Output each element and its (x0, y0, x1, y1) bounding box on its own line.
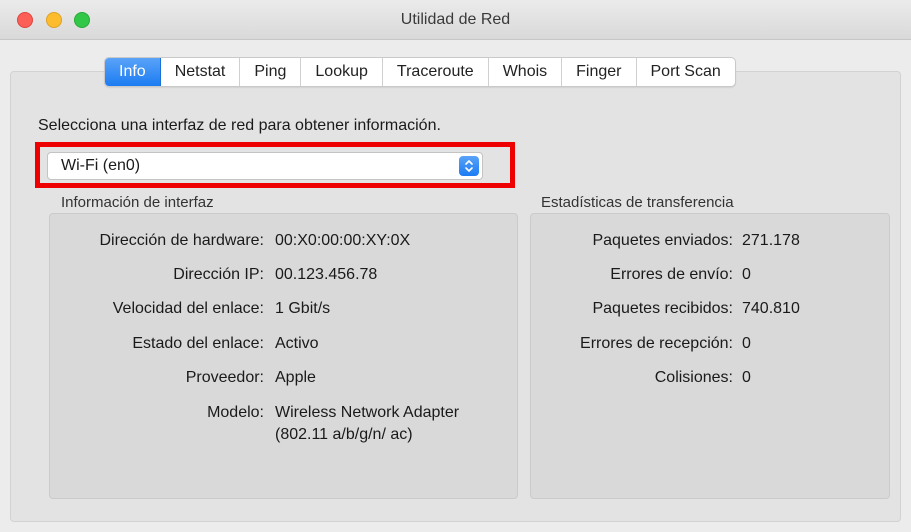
tab-finger[interactable]: Finger (562, 58, 637, 86)
stats-value: 271.178 (742, 232, 800, 249)
info-key: Dirección IP: (173, 266, 264, 283)
interface-info-box (49, 213, 518, 499)
tab-port-scan[interactable]: Port Scan (637, 58, 735, 86)
interface-info-label: Información de interfaz (61, 194, 214, 211)
interface-prompt: Selecciona una interfaz de red para obte… (38, 117, 441, 134)
highlight-box (35, 142, 515, 188)
transfer-stats-label: Estadísticas de transferencia (541, 194, 734, 211)
stats-key: Paquetes enviados: (592, 232, 733, 249)
tab-lookup[interactable]: Lookup (301, 58, 383, 86)
info-value: Activo (275, 335, 319, 352)
stats-row-received: Paquetes recibidos: (530, 298, 733, 320)
stats-key: Paquetes recibidos: (592, 300, 733, 317)
title-bar: Utilidad de Red (0, 0, 911, 40)
stats-key: Errores de recepción: (580, 335, 733, 352)
info-key: Dirección de hardware: (99, 232, 264, 249)
info-value: Apple (275, 369, 316, 386)
network-utility-window: Utilidad de Red Info Netstat Ping Lookup… (0, 0, 911, 532)
info-row-model: Modelo: (49, 402, 264, 424)
transfer-stats-box (530, 213, 890, 499)
window-title: Utilidad de Red (400, 11, 511, 28)
stats-row-send-errors: Errores de envío: (530, 264, 733, 286)
tab-info[interactable]: Info (105, 58, 161, 86)
info-key: Estado del enlace: (132, 335, 264, 352)
info-row-vendor: Proveedor: (49, 367, 264, 389)
info-row-link-status: Estado del enlace: (49, 333, 264, 355)
info-value: 1 Gbit/s (275, 300, 331, 317)
stats-key: Colisiones: (654, 369, 733, 386)
info-value: 00:X0:00:00:XY:0X (275, 232, 411, 249)
stats-row-sent: Paquetes enviados: (530, 230, 733, 252)
info-row-ip: Dirección IP: (49, 264, 264, 286)
info-key: Velocidad del enlace: (112, 300, 264, 317)
stats-value: 0 (742, 369, 751, 386)
tab-netstat[interactable]: Netstat (161, 58, 241, 86)
stats-value: 0 (742, 335, 751, 352)
info-key: Proveedor: (185, 369, 264, 386)
stats-value: 0 (742, 266, 751, 283)
info-key: Modelo: (207, 404, 264, 421)
info-value: Wireless Network Adapter (802.11 a/b/g/n… (275, 404, 460, 443)
stats-row-receive-errors: Errores de recepción: (530, 333, 733, 355)
info-row-hardware: Dirección de hardware: (49, 230, 264, 252)
tab-whois[interactable]: Whois (489, 58, 563, 86)
stats-row-collisions: Colisiones: (530, 367, 733, 389)
tab-bar: Info Netstat Ping Lookup Traceroute Whoi… (104, 57, 736, 87)
tab-ping[interactable]: Ping (240, 58, 302, 86)
info-row-speed: Velocidad del enlace: (49, 298, 264, 320)
stats-key: Errores de envío: (610, 266, 733, 283)
stats-value: 740.810 (742, 300, 800, 317)
tab-traceroute[interactable]: Traceroute (383, 58, 489, 86)
info-value: 00.123.456.78 (275, 266, 378, 283)
